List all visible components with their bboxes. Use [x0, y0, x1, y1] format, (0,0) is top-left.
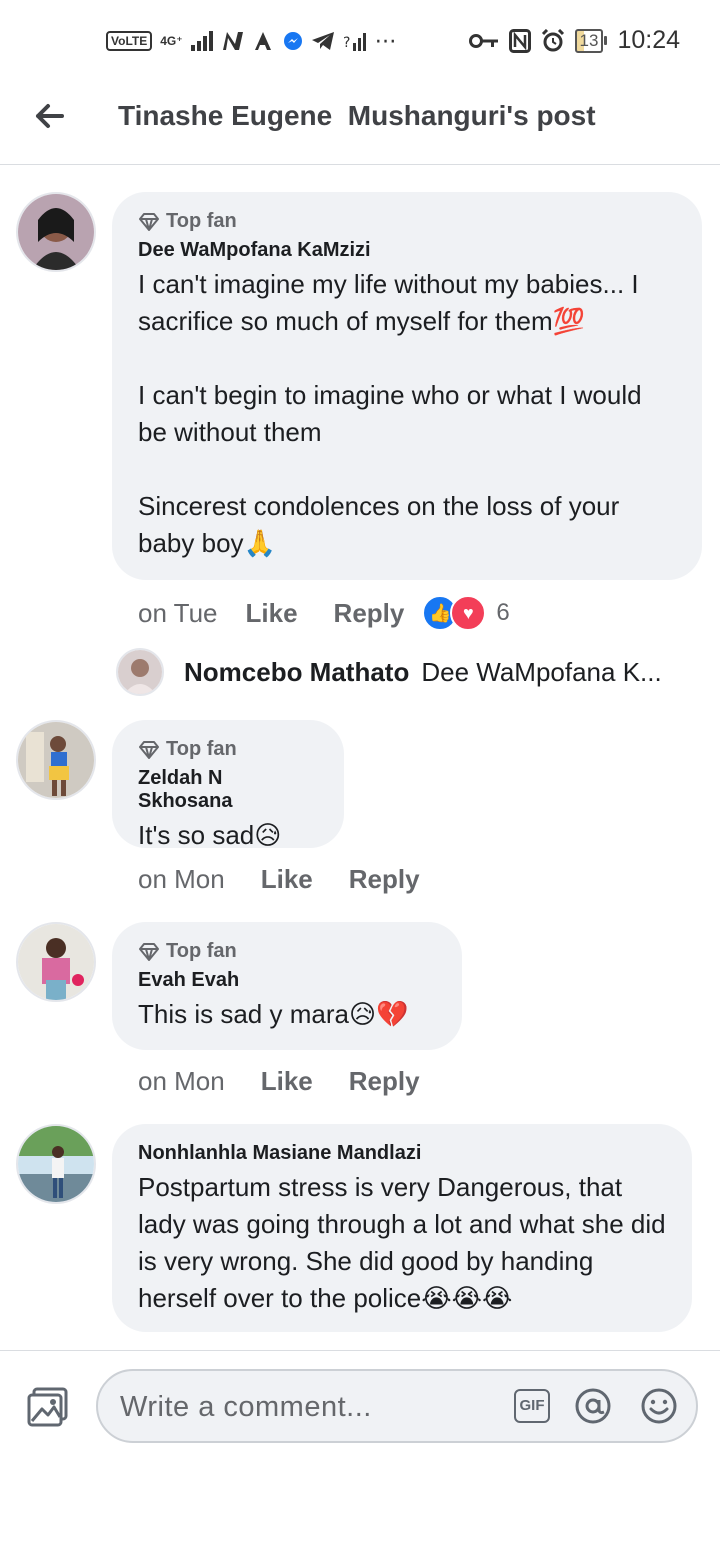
- avatar: [116, 648, 164, 696]
- battery-level: 13: [574, 28, 604, 53]
- signal-icon: [190, 31, 213, 51]
- page-title: Tinashe Eugene Mushanguri's post: [118, 100, 596, 131]
- wifi-signal-icon: ?: [343, 33, 366, 51]
- like-button[interactable]: Like: [246, 598, 298, 629]
- status-right: 13 10:24: [468, 26, 680, 55]
- comment-author[interactable]: Evah Evah: [138, 969, 436, 992]
- avatar[interactable]: [16, 1124, 96, 1204]
- reply-button[interactable]: Reply: [349, 864, 420, 895]
- comment-bubble[interactable]: Top fan Dee WaMpofana KaMzizi I can't im…: [112, 192, 702, 580]
- nfc-icon: [508, 28, 531, 53]
- status-left: VoLTE 4G⁺ ? ⋯: [106, 28, 397, 54]
- avatar[interactable]: [16, 922, 96, 1002]
- comment-author[interactable]: Zeldah N Skhosana: [138, 767, 318, 813]
- comment-actions: on Mon Like Reply: [138, 1060, 456, 1102]
- reactions-summary[interactable]: 👍 ♥ 6: [422, 595, 510, 631]
- volte-icon: VoLTE: [106, 31, 153, 51]
- key-icon: [468, 33, 498, 48]
- alarm-icon: [541, 28, 564, 51]
- like-button[interactable]: Like: [261, 864, 313, 895]
- top-fan-badge: Top fan: [138, 738, 318, 761]
- comment-input[interactable]: Write a comment... GIF: [96, 1369, 698, 1443]
- love-reaction-icon: ♥: [450, 595, 487, 631]
- like-button[interactable]: Like: [261, 1066, 313, 1097]
- badge-label: Top fan: [166, 210, 237, 232]
- comment-author[interactable]: Nonhlanhla Masiane Mandlazi: [138, 1142, 666, 1165]
- more-notifications-icon: ⋯: [374, 28, 397, 53]
- top-fan-badge: Top fan: [138, 940, 436, 963]
- comment-text: This is sad y mara😥💔: [138, 999, 409, 1029]
- badge-label: Top fan: [166, 940, 237, 962]
- diamond-icon: [139, 212, 159, 231]
- battery-icon: 13: [574, 28, 608, 53]
- comment-bubble[interactable]: Top fan Evah Evah This is sad y mara😥💔: [112, 922, 462, 1050]
- emoji-icon[interactable]: [640, 1387, 678, 1425]
- post-header: Tinashe Eugene Mushanguri's post: [0, 82, 720, 165]
- mention-icon[interactable]: [574, 1387, 612, 1425]
- comment-placeholder: Write a comment...: [120, 1391, 372, 1423]
- comment-actions: on Mon Like Reply: [138, 858, 456, 900]
- reply-button[interactable]: Reply: [334, 598, 405, 629]
- telegram-icon: [311, 32, 334, 50]
- diamond-icon: [139, 942, 159, 961]
- comment-text: Postpartum stress is very Dangerous, tha…: [138, 1172, 673, 1313]
- comment-text: I can't imagine my life without my babie…: [138, 269, 642, 558]
- avatar[interactable]: [16, 720, 96, 800]
- a-app-icon: [254, 32, 271, 50]
- clock: 10:24: [617, 26, 680, 54]
- comment-time[interactable]: on Mon: [138, 864, 225, 895]
- n-app-icon: [222, 32, 243, 50]
- comment-bubble[interactable]: Top fan Zeldah N Skhosana It's so sad😥: [112, 720, 344, 850]
- comment-text: It's so sad😥: [138, 820, 282, 850]
- svg-text:?: ?: [343, 35, 350, 51]
- gif-button[interactable]: GIF: [514, 1389, 550, 1423]
- reply-button[interactable]: Reply: [349, 1066, 420, 1097]
- comment-bubble[interactable]: Nonhlanhla Masiane Mandlazi Postpartum s…: [112, 1124, 692, 1332]
- diamond-icon: [139, 740, 159, 759]
- comment-actions: on Tue Like Reply 👍 ♥ 6: [138, 592, 510, 634]
- avatar[interactable]: [16, 192, 96, 272]
- reaction-count: 6: [496, 599, 510, 626]
- messenger-icon: [283, 32, 302, 50]
- photo-icon[interactable]: [26, 1385, 70, 1429]
- top-fan-badge: Top fan: [138, 210, 676, 233]
- network-type: 4G⁺: [160, 34, 183, 48]
- status-bar: VoLTE 4G⁺ ? ⋯ 13 10:24: [0, 0, 720, 82]
- comment-time[interactable]: on Tue: [138, 598, 218, 629]
- reply-preview[interactable]: Nomcebo Mathato Dee WaMpofana K...: [116, 648, 662, 696]
- badge-label: Top fan: [166, 738, 237, 760]
- comment-time[interactable]: on Mon: [138, 1066, 225, 1097]
- reply-author: Nomcebo Mathato: [184, 656, 410, 687]
- reply-snippet: Dee WaMpofana K...: [421, 656, 662, 687]
- comment-author[interactable]: Dee WaMpofana KaMzizi: [138, 239, 676, 262]
- back-arrow-icon[interactable]: [28, 94, 72, 138]
- comment-composer: Write a comment... GIF: [0, 1350, 720, 1541]
